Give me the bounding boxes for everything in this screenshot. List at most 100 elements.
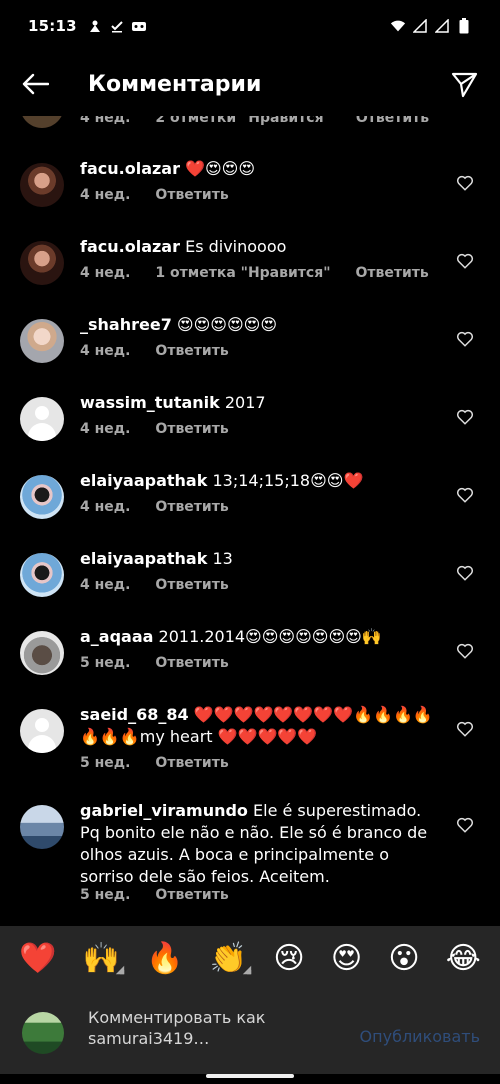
comment-meta: 5 нед. Ответить	[80, 755, 229, 771]
publish-button[interactable]: Опубликовать	[360, 1027, 480, 1046]
reply-button[interactable]: Ответить	[155, 655, 228, 671]
emoji-laughing[interactable]: 😂	[446, 944, 481, 974]
comment-username[interactable]: gabriel_viramundo	[80, 801, 248, 820]
avatar[interactable]	[20, 553, 64, 597]
reply-button[interactable]: Ответить	[155, 499, 228, 515]
notification-icon	[87, 18, 103, 34]
heart-icon[interactable]	[456, 816, 474, 834]
emoji-heart[interactable]: ❤️	[19, 944, 56, 974]
emoji-raised-hands[interactable]: 🙌	[83, 944, 120, 974]
avatar[interactable]	[20, 631, 64, 675]
home-indicator[interactable]	[206, 1074, 294, 1078]
status-time: 15:13	[28, 17, 77, 35]
comment-time: 4 нед.	[80, 187, 131, 203]
avatar[interactable]	[20, 475, 64, 519]
comment-username[interactable]: a_aqaaa	[80, 627, 153, 646]
battery-icon	[456, 18, 472, 34]
avatar[interactable]	[20, 241, 64, 285]
comment-username[interactable]: facu.olazar	[80, 159, 180, 178]
comment-time: 5 нед.	[80, 655, 131, 671]
emoji-clap[interactable]: 👏	[210, 944, 247, 974]
reply-button[interactable]: Ответить	[155, 577, 228, 593]
comment-body: 2017	[224, 393, 266, 412]
reply-button[interactable]: Ответить	[155, 421, 228, 437]
comment-text: elaiyaapathak 13	[80, 548, 446, 570]
comment-body: 2011.2014😍😍😍😍😍😍😍🙌	[158, 627, 382, 646]
comment-username[interactable]: facu.olazar	[80, 237, 180, 256]
status-bar: 15:13	[0, 0, 500, 52]
heart-icon[interactable]	[456, 720, 474, 738]
heart-icon[interactable]	[456, 330, 474, 348]
comment-likes[interactable]: 1 отметка "Нравится"	[155, 265, 330, 281]
page-title: Комментарии	[88, 71, 262, 97]
comment-text: saeid_68_84 ❤️❤️❤️❤️❤️❤️❤️❤️🔥🔥🔥🔥🔥🔥🔥my he…	[80, 704, 446, 748]
signal-icon-2	[434, 18, 450, 34]
avatar[interactable]	[20, 163, 64, 207]
signal-icon	[412, 18, 428, 34]
comment-username[interactable]: wassim_tutanik	[80, 393, 220, 412]
share-button[interactable]	[448, 68, 480, 100]
comment-time: 4 нед.	[80, 343, 131, 359]
comment-text: facu.olazar Es divinoooo	[80, 236, 446, 258]
emoji-surprised[interactable]: 😮	[388, 944, 419, 974]
system-icons	[390, 18, 472, 34]
check-icon	[109, 18, 125, 34]
comment-meta: 5 нед. Ответить	[80, 655, 229, 671]
user-avatar	[22, 1012, 64, 1054]
game-icon	[131, 18, 147, 34]
comment-meta: 4 нед. Ответить	[80, 577, 229, 593]
comment-text: facu.olazar ❤️😍😍😍	[80, 158, 446, 180]
comment-meta: 4 нед. 1 отметка "Нравится" Ответить	[80, 265, 429, 281]
heart-icon[interactable]	[456, 252, 474, 270]
heart-icon[interactable]	[456, 486, 474, 504]
comment-text: a_aqaaa 2011.2014😍😍😍😍😍😍😍🙌	[80, 626, 446, 648]
avatar[interactable]	[20, 805, 64, 849]
comment-text: elaiyaapathak 13;14;15;18😍😍❤️	[80, 470, 446, 492]
reply-button[interactable]: Ответить	[155, 343, 228, 359]
comments-list[interactable]: 4 нед. 2 отметки "Нравится" Ответить fac…	[0, 100, 500, 926]
comment-composer: Комментировать как samurai3419… Опублико…	[0, 992, 500, 1074]
comment-body: 😍😍😍😍😍😍	[176, 315, 277, 334]
avatar[interactable]	[20, 709, 64, 753]
comment-text: wassim_tutanik 2017	[80, 392, 446, 414]
app-header: Комментарии	[0, 52, 500, 116]
comment-username[interactable]: saeid_68_84	[80, 705, 189, 724]
comment-body: 13	[212, 549, 233, 568]
reply-button[interactable]: Ответить	[356, 265, 429, 281]
comment-username[interactable]: elaiyaapathak	[80, 471, 207, 490]
comment-meta: 5 нед. Ответить	[80, 887, 229, 903]
emoji-fire[interactable]: 🔥	[146, 944, 183, 974]
comment-body: ❤️😍😍😍	[185, 159, 256, 178]
comment-username[interactable]: _shahree7	[80, 315, 172, 334]
reply-button[interactable]: Ответить	[155, 187, 228, 203]
heart-icon[interactable]	[456, 174, 474, 192]
comment-input[interactable]: Комментировать как samurai3419…	[88, 1007, 348, 1049]
comment-body: Es divinoooo	[185, 237, 287, 256]
emoji-heart-eyes[interactable]: 😍	[331, 944, 362, 974]
notification-icons	[87, 18, 147, 34]
wifi-icon	[390, 18, 406, 34]
reply-button[interactable]: Ответить	[155, 755, 228, 771]
comment-time: 5 нед.	[80, 755, 131, 771]
arrow-left-icon	[22, 73, 49, 95]
comment-meta: 4 нед. Ответить	[80, 421, 229, 437]
comment-time: 4 нед.	[80, 265, 131, 281]
avatar[interactable]	[20, 397, 64, 441]
back-button[interactable]	[20, 69, 50, 99]
comment-text: gabriel_viramundo Ele é superestimado. P…	[80, 800, 446, 888]
reply-button[interactable]: Ответить	[155, 887, 228, 903]
comment-meta: 4 нед. Ответить	[80, 499, 229, 515]
heart-icon[interactable]	[456, 408, 474, 426]
comment-time: 5 нед.	[80, 887, 131, 903]
paper-plane-icon	[451, 72, 478, 98]
comment-meta: 4 нед. Ответить	[80, 343, 229, 359]
comment-time: 4 нед.	[80, 421, 131, 437]
heart-icon[interactable]	[456, 564, 474, 582]
heart-icon[interactable]	[456, 642, 474, 660]
comment-username[interactable]: elaiyaapathak	[80, 549, 207, 568]
emoji-crying[interactable]: 😢	[273, 944, 304, 974]
avatar[interactable]	[20, 319, 64, 363]
comment-time: 4 нед.	[80, 577, 131, 593]
emoji-quick-bar: ❤️ 🙌 🔥 👏 😢 😍 😮 😂	[0, 926, 500, 992]
comment-text: _shahree7 😍😍😍😍😍😍	[80, 314, 446, 336]
